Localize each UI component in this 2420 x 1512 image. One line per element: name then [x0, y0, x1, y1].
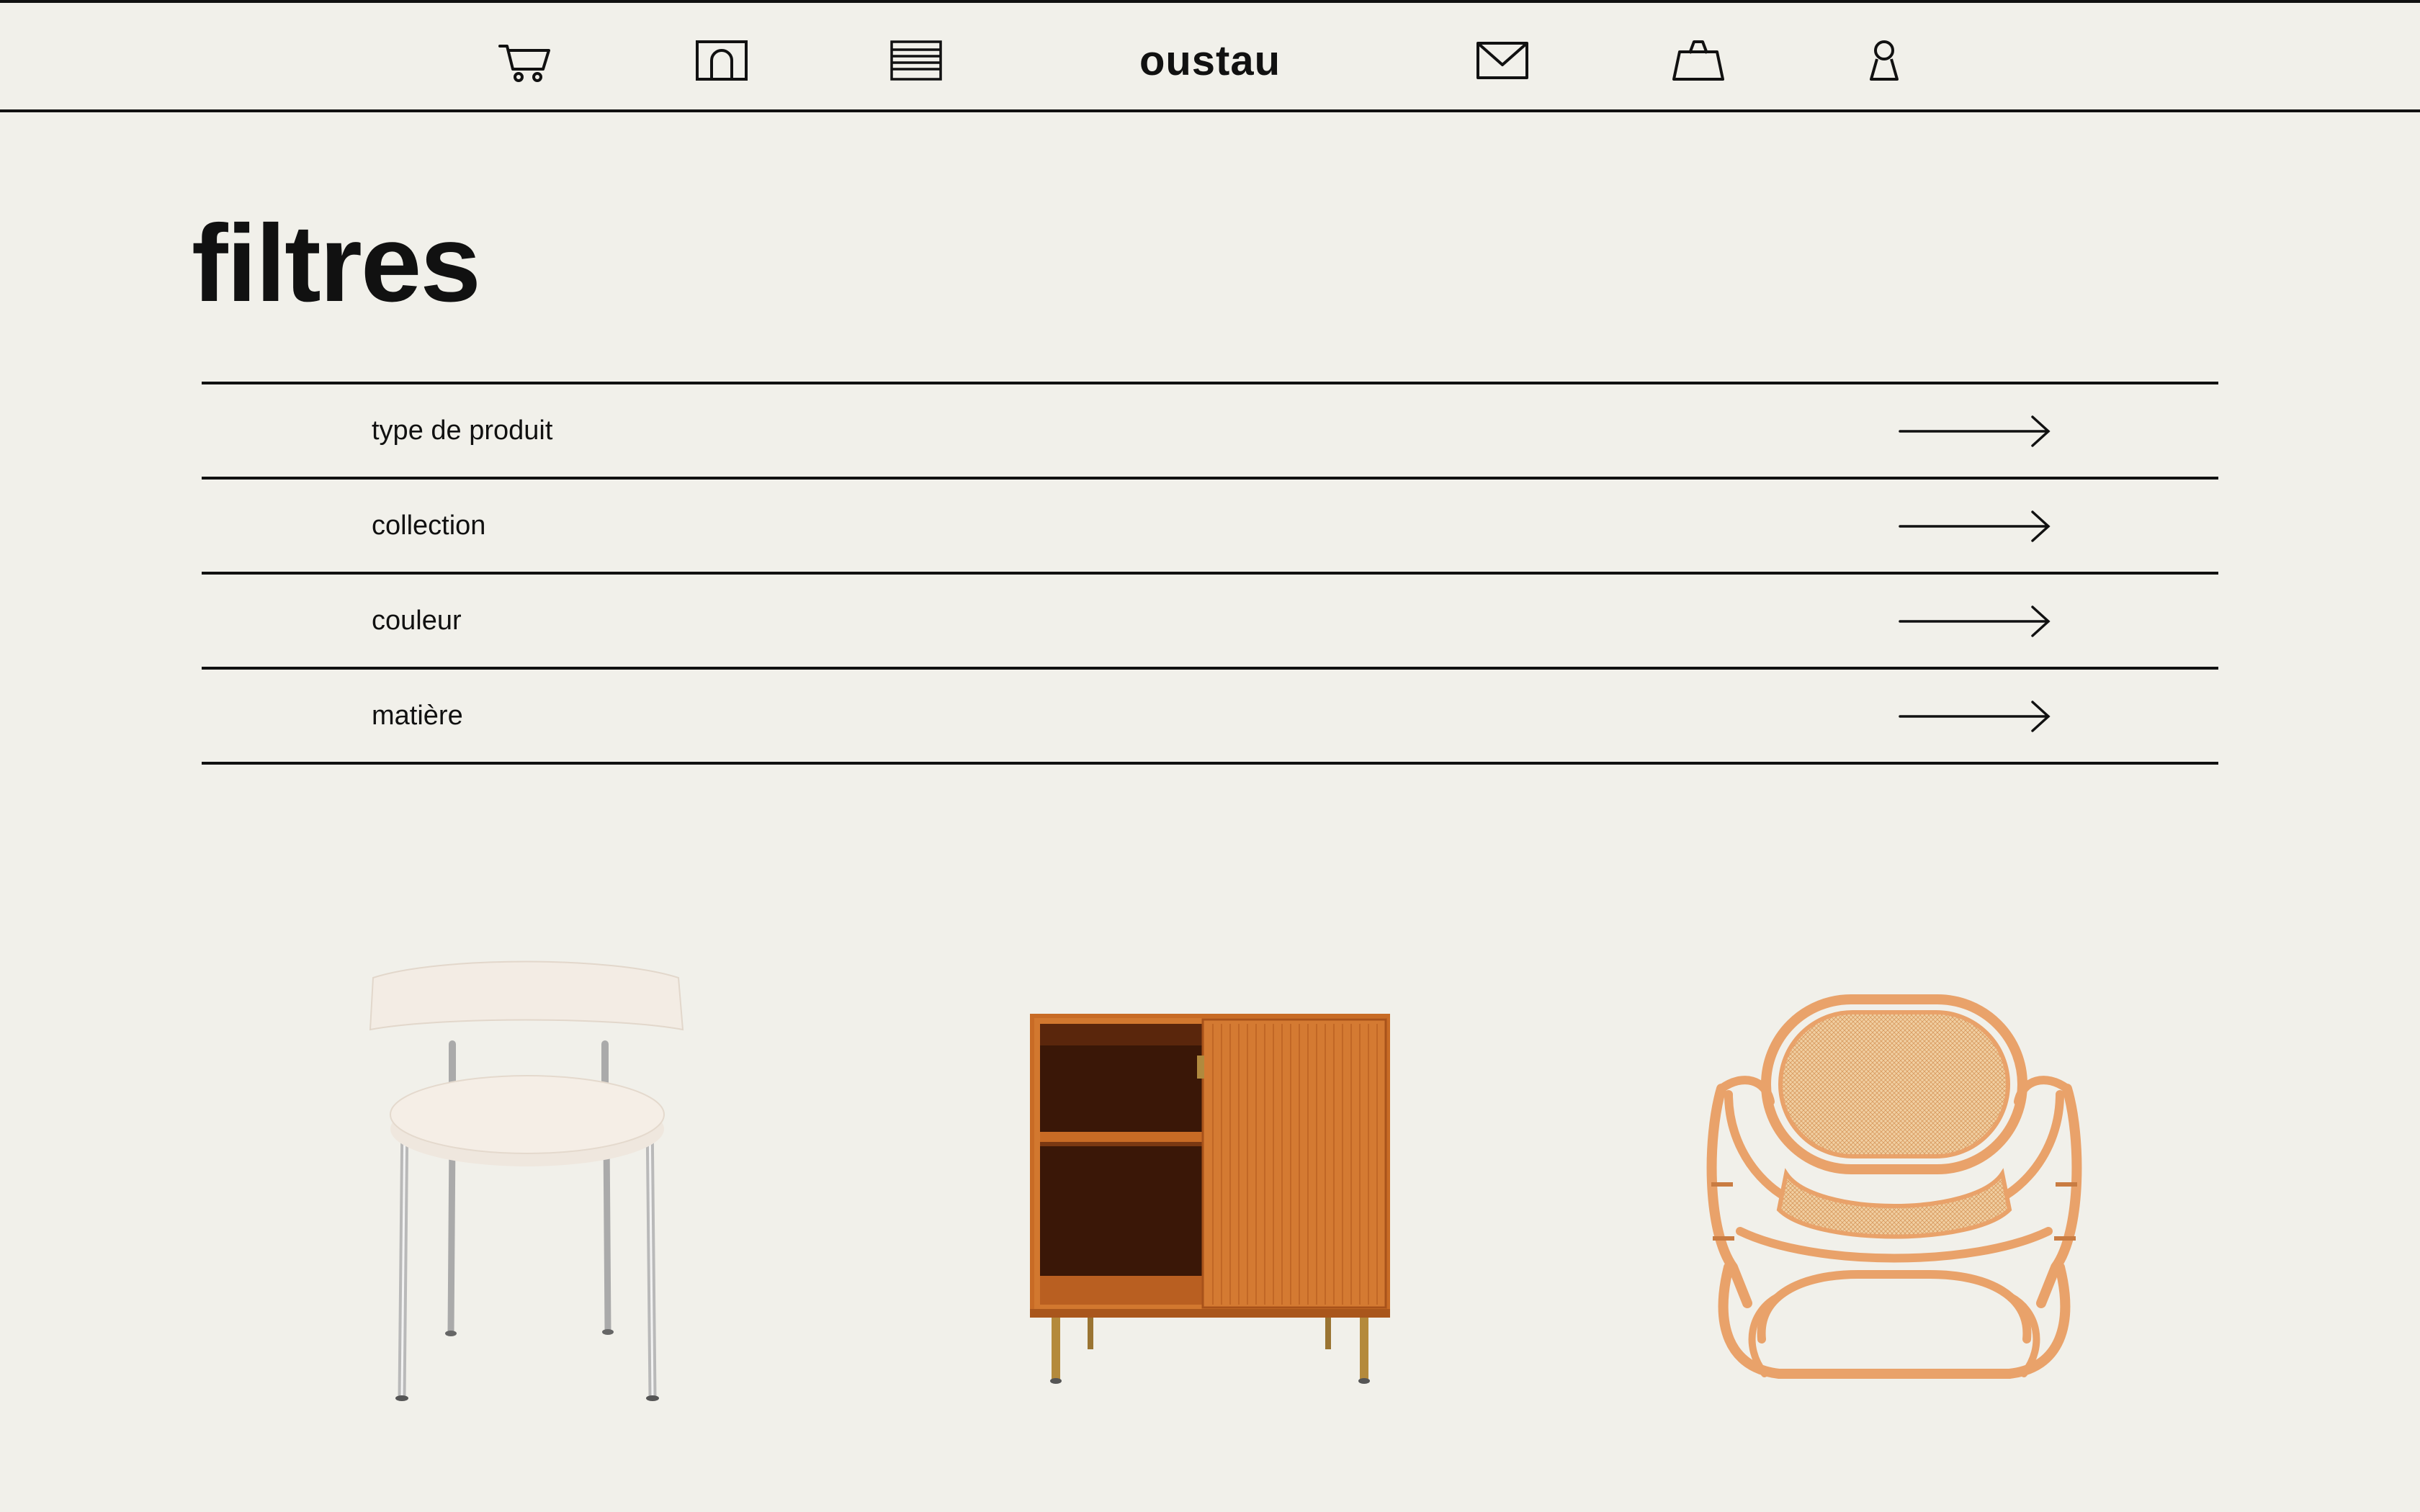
filter-label: matière	[372, 701, 463, 731]
brand-logo[interactable]: oustau	[1124, 32, 1296, 89]
filter-collection[interactable]: collection	[202, 480, 2218, 575]
arch-icon[interactable]	[693, 37, 750, 84]
menu-lines-icon[interactable]	[887, 37, 945, 84]
product-boucle-chair[interactable]	[360, 950, 691, 1411]
user-icon[interactable]	[1855, 37, 1913, 84]
arrow-right-icon	[1899, 415, 2051, 448]
product-wooden-cabinet[interactable]	[1023, 1008, 1397, 1390]
arrow-right-icon	[1899, 605, 2051, 638]
cart-icon[interactable]	[497, 37, 555, 84]
bag-icon[interactable]	[1670, 37, 1727, 84]
filter-label: type de produit	[372, 415, 553, 446]
mail-icon[interactable]	[1474, 37, 1531, 84]
top-navigation-bar: oustau	[0, 0, 2420, 112]
filter-couleur[interactable]: couleur	[202, 575, 2218, 670]
arrow-right-icon	[1899, 510, 2051, 543]
arrow-right-icon	[1899, 700, 2051, 733]
filter-matiere[interactable]: matière	[202, 670, 2218, 765]
filter-type-de-produit[interactable]: type de produit	[202, 384, 2218, 480]
filter-label: couleur	[372, 606, 462, 636]
rattan-armchair-image	[1706, 994, 2082, 1379]
product-rattan-armchair[interactable]	[1700, 994, 2089, 1397]
wooden-cabinet-image	[1030, 1014, 1390, 1384]
filter-list: type de produit collection couleur matiè…	[202, 382, 2218, 765]
page-title: filtres	[192, 202, 481, 325]
boucle-chair-image	[369, 960, 684, 1401]
filter-label: collection	[372, 510, 486, 541]
